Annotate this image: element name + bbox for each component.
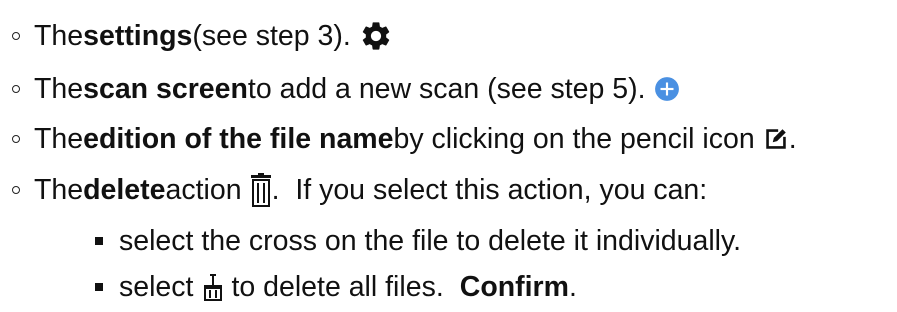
circle-bullet <box>12 32 20 40</box>
sub-item-pre: select <box>119 270 194 303</box>
item-bold: scan screen <box>83 72 248 105</box>
sub-list-item: select the cross on the file to delete i… <box>95 216 741 266</box>
item-after: . If you select this action, you can: <box>271 173 708 206</box>
item-pre: The <box>34 122 84 155</box>
item-pre: The <box>34 19 84 52</box>
item-pre: The <box>34 173 84 206</box>
item-bold: settings <box>83 19 193 52</box>
item-post: to add a new scan (see step 5). <box>247 72 646 105</box>
list-item-scan-screen: The scan screen to add a new scan (see s… <box>12 64 680 114</box>
square-bullet <box>95 237 103 245</box>
list-item-edit-filename: The edition of the file name by clicking… <box>12 114 797 164</box>
item-end: . <box>788 122 797 155</box>
circle-bullet <box>12 85 20 93</box>
trash-icon <box>250 173 272 207</box>
list-item-settings: The settings (see step 3). <box>12 11 393 61</box>
sub-item-bold: Confirm <box>459 270 569 303</box>
item-post: by clicking on the pencil icon <box>393 122 755 155</box>
item-pre: The <box>34 72 84 105</box>
item-post: (see step 3). <box>192 19 351 52</box>
plus-circle-icon <box>654 76 680 102</box>
sub-item-end: . <box>569 270 577 303</box>
circle-bullet <box>12 135 20 143</box>
circle-bullet <box>12 186 20 194</box>
gear-icon <box>359 19 393 53</box>
edit-pencil-icon <box>763 126 789 152</box>
sub-item-text: select the cross on the file to delete i… <box>119 224 742 257</box>
sub-item-post: to delete all files. <box>231 270 444 303</box>
item-post: action <box>165 173 242 206</box>
delete-all-icon <box>201 273 227 301</box>
list-item-delete: The delete action . If you select this a… <box>12 165 707 215</box>
item-bold: delete <box>83 173 166 206</box>
square-bullet <box>95 283 103 291</box>
item-bold: edition of the file name <box>83 122 394 155</box>
sub-list-item: select to delete all files. Confirm . <box>95 262 577 312</box>
